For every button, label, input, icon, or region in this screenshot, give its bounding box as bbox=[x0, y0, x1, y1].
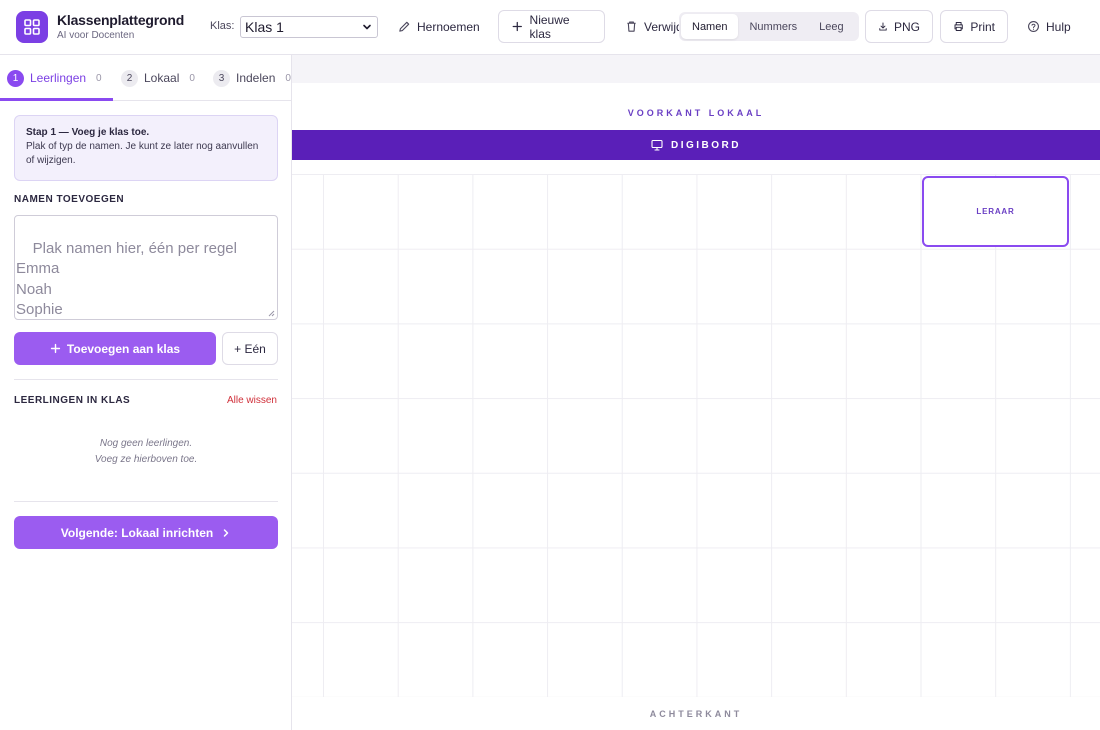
step-info-box: Stap 1 — Voeg je klas toe. Plak of typ d… bbox=[14, 115, 278, 181]
step-label: Lokaal bbox=[144, 71, 180, 85]
digiboard: DIGIBORD bbox=[292, 130, 1100, 160]
klas-select[interactable]: Klas 1 bbox=[240, 16, 378, 38]
step-number: 2 bbox=[121, 69, 138, 87]
names-textarea[interactable]: Plak namen hier, één per regel Emma Noah… bbox=[14, 215, 278, 320]
step-label: Indelen bbox=[236, 71, 276, 85]
monitor-icon bbox=[651, 139, 663, 151]
klas-select-value: Klas 1 bbox=[245, 19, 284, 35]
step-count: 0 bbox=[96, 72, 102, 84]
add-names-heading: NAMEN TOEVOEGEN bbox=[14, 194, 125, 205]
chevron-right-icon bbox=[223, 528, 229, 537]
next-step-label: Volgende: Lokaal inrichten bbox=[60, 525, 214, 540]
step-count: 0 bbox=[189, 72, 195, 84]
empty-line-1: Nog geen leerlingen. bbox=[99, 438, 193, 449]
new-class-label: Nieuwe klas bbox=[529, 12, 570, 41]
next-step-button[interactable]: Volgende: Lokaal inrichten bbox=[14, 516, 278, 549]
tab-indelen[interactable]: 3 Indelen 0 bbox=[213, 55, 291, 101]
add-one-button[interactable]: + Eén bbox=[222, 332, 278, 365]
png-export-button[interactable]: PNG bbox=[865, 10, 933, 43]
plus-icon bbox=[512, 21, 522, 32]
students-heading: LEERLINGEN IN KLAS bbox=[14, 395, 131, 406]
canvas-top-strip bbox=[292, 55, 1100, 83]
classroom-canvas[interactable]: VOORKANT LOKAAL DIGIBORD LERAAR ACHTERKA… bbox=[292, 55, 1100, 730]
download-icon bbox=[879, 22, 887, 31]
printer-icon bbox=[954, 21, 963, 32]
delete-label: Verwijd bbox=[644, 19, 679, 34]
back-label: ACHTERKANT bbox=[649, 709, 743, 719]
klas-label: Klas: bbox=[210, 20, 235, 32]
step-number: 3 bbox=[213, 69, 230, 87]
clear-all-link[interactable]: Alle wissen bbox=[227, 395, 277, 406]
view-mode-toggle: Namen Nummers Leeg bbox=[679, 12, 859, 41]
chevron-down-icon bbox=[363, 24, 371, 30]
brand-subtitle: AI voor Docenten bbox=[57, 30, 135, 41]
resize-grip-icon[interactable] bbox=[267, 309, 275, 317]
png-label: PNG bbox=[893, 19, 920, 34]
trash-icon bbox=[627, 21, 636, 32]
step-tabs: 1 Leerlingen 0 2 Lokaal 0 3 Indelen 0 bbox=[0, 55, 291, 101]
tab-leerlingen[interactable]: 1 Leerlingen 0 bbox=[7, 55, 102, 101]
new-class-button[interactable]: Nieuwe klas bbox=[498, 10, 605, 43]
empty-students-message: Nog geen leerlingen. Voeg ze hierboven t… bbox=[14, 436, 278, 468]
names-textarea-placeholder: Plak namen hier, één per regel Emma Noah… bbox=[16, 239, 237, 319]
help-label: Hulp bbox=[1046, 19, 1071, 34]
pencil-icon bbox=[399, 21, 410, 32]
add-to-class-button[interactable]: Toevoegen aan klas bbox=[14, 332, 216, 365]
add-to-class-label: Toevoegen aan klas bbox=[66, 341, 181, 356]
step-count: 0 bbox=[285, 72, 291, 84]
active-tab-indicator bbox=[0, 98, 113, 101]
empty-line-2: Voeg ze hierboven toe. bbox=[94, 454, 198, 465]
sidebar-panel: 1 Leerlingen 0 2 Lokaal 0 3 Indelen 0 St… bbox=[0, 55, 292, 730]
step-number: 1 bbox=[7, 69, 24, 87]
print-button[interactable]: Print bbox=[940, 10, 1008, 43]
delete-button[interactable]: Verwijd bbox=[625, 10, 679, 43]
tab-lokaal[interactable]: 2 Lokaal 0 bbox=[121, 55, 195, 101]
app-header: Klassenplattegrond AI voor Docenten Klas… bbox=[0, 0, 1100, 55]
section-divider bbox=[14, 379, 278, 380]
brand-title: Klassenplattegrond bbox=[57, 12, 185, 28]
info-title: Stap 1 — Voeg je klas toe. bbox=[26, 127, 150, 138]
teacher-desk[interactable]: LERAAR bbox=[922, 176, 1069, 247]
help-circle-icon bbox=[1028, 21, 1039, 32]
rename-button[interactable]: Hernoemen bbox=[398, 10, 480, 43]
section-divider bbox=[14, 501, 278, 502]
print-label: Print bbox=[970, 19, 995, 34]
seating-grid[interactable] bbox=[292, 174, 1100, 697]
grid-logo-icon bbox=[16, 11, 48, 43]
plus-icon bbox=[50, 343, 61, 354]
view-mode-empty[interactable]: Leeg bbox=[808, 14, 854, 39]
digiboard-label: DIGIBORD bbox=[671, 139, 741, 151]
front-label: VOORKANT LOKAAL bbox=[627, 108, 765, 118]
info-text: Plak of typ de namen. Je kunt ze later n… bbox=[26, 141, 259, 166]
rename-label: Hernoemen bbox=[417, 19, 480, 34]
view-mode-numbers[interactable]: Nummers bbox=[738, 14, 808, 39]
step-label: Leerlingen bbox=[30, 71, 87, 85]
help-button[interactable]: Hulp bbox=[1027, 10, 1071, 43]
view-mode-names[interactable]: Namen bbox=[681, 14, 739, 39]
